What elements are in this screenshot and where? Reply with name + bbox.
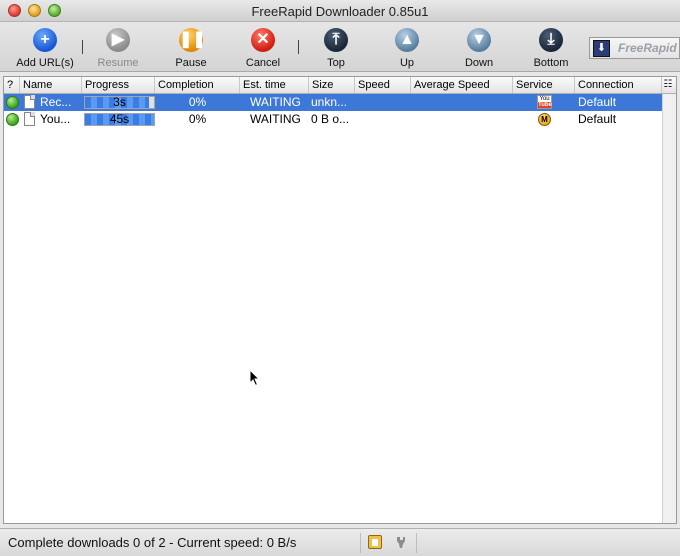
column-header-progress[interactable]: Progress xyxy=(82,77,155,93)
freerapid-logo: ⬇ FreeRapid xyxy=(589,37,680,59)
column-header-service[interactable]: Service xyxy=(513,77,575,93)
arrow-up-icon: ▲ xyxy=(395,28,419,52)
youtube-icon: You Tube xyxy=(537,95,552,109)
column-header-est-time[interactable]: Est. time xyxy=(240,77,309,93)
column-header-completion[interactable]: Completion xyxy=(155,77,240,93)
move-bottom-button[interactable]: ⤓ Bottom xyxy=(521,26,581,70)
mouse-pointer-icon xyxy=(249,369,261,387)
cell-average-speed xyxy=(413,94,513,111)
toolbar-separator xyxy=(82,40,83,54)
status-separator xyxy=(416,533,417,553)
cell-completion: 0% xyxy=(188,95,207,109)
cell-speed xyxy=(357,94,411,111)
download-logo-icon: ⬇ xyxy=(593,40,610,57)
column-header-status[interactable]: ? xyxy=(4,77,20,93)
plus-icon: + xyxy=(33,28,57,52)
pause-button[interactable]: ❚❚ Pause xyxy=(161,26,221,70)
resume-label: Resume xyxy=(97,57,139,69)
status-separator xyxy=(360,533,361,553)
cell-connection: Default xyxy=(578,112,617,126)
progress-bar: 3s xyxy=(84,95,155,109)
cell-est-time: WAITING xyxy=(250,112,301,126)
cell-connection: Default xyxy=(578,95,617,109)
column-header-average-speed[interactable]: Average Speed xyxy=(411,77,513,93)
cell-average-speed xyxy=(413,111,513,128)
status-ok-icon xyxy=(6,113,19,126)
cell-speed xyxy=(357,111,411,128)
table-row[interactable]: Rec... 3s 0% WAITING unkn... You Tube Def… xyxy=(4,94,662,111)
resume-button[interactable]: ▶ Resume xyxy=(88,26,148,70)
column-header-name[interactable]: Name xyxy=(20,77,82,93)
move-down-button[interactable]: ▼ Down xyxy=(449,26,509,70)
add-urls-button[interactable]: + Add URL(s) xyxy=(15,26,75,70)
column-options-icon[interactable]: ☷ xyxy=(662,79,674,91)
up-label: Up xyxy=(399,57,415,69)
play-icon: ▶ xyxy=(106,28,130,52)
column-header-connection[interactable]: Connection xyxy=(575,77,662,93)
megaupload-icon: M xyxy=(538,113,551,126)
bottom-label: Bottom xyxy=(533,57,569,69)
toolbar: + Add URL(s) ▶ Resume ❚❚ Pause ✕ Cancel … xyxy=(0,22,680,72)
cancel-x-icon: ✕ xyxy=(251,28,275,52)
progress-text: 45s xyxy=(109,112,130,126)
downloads-table[interactable]: ? Name Progress Completion Est. time Siz… xyxy=(3,76,677,524)
clipboard-monitor-icon[interactable] xyxy=(368,535,382,549)
toolbar-separator xyxy=(298,40,299,54)
cell-name: Rec... xyxy=(40,95,72,109)
file-icon xyxy=(24,112,35,126)
move-top-button[interactable]: ⤒ Top xyxy=(306,26,366,70)
brand-text: FreeRapid xyxy=(618,41,677,55)
status-ok-icon xyxy=(6,96,19,109)
cell-est-time: WAITING xyxy=(250,95,301,109)
table-header: ? Name Progress Completion Est. time Siz… xyxy=(4,77,676,94)
window-title: FreeRapid Downloader 0.85u1 xyxy=(251,4,429,19)
arrow-bottom-icon: ⤓ xyxy=(539,28,563,52)
down-label: Down xyxy=(464,57,494,69)
title-bar: FreeRapid Downloader 0.85u1 xyxy=(0,0,680,22)
pause-label: Pause xyxy=(175,57,207,69)
connection-plug-icon[interactable] xyxy=(394,535,408,549)
cell-size: 0 B o... xyxy=(311,112,350,126)
cancel-button[interactable]: ✕ Cancel xyxy=(233,26,293,70)
progress-bar: 45s xyxy=(84,112,155,126)
cell-size: unkn... xyxy=(311,95,348,109)
move-up-button[interactable]: ▲ Up xyxy=(377,26,437,70)
column-header-speed[interactable]: Speed xyxy=(355,77,411,93)
top-label: Top xyxy=(327,57,345,69)
table-row[interactable]: You... 45s 0% WAITING 0 B o... M Default xyxy=(4,111,662,128)
file-icon xyxy=(24,95,35,109)
status-text: Complete downloads 0 of 2 - Current spee… xyxy=(8,535,297,550)
add-urls-label: Add URL(s) xyxy=(16,57,74,69)
pause-icon: ❚❚ xyxy=(179,28,206,52)
vertical-scrollbar[interactable] xyxy=(662,94,676,523)
cell-completion: 0% xyxy=(188,112,207,126)
cell-name: You... xyxy=(40,112,71,126)
arrow-top-icon: ⤒ xyxy=(324,28,348,52)
status-bar: Complete downloads 0 of 2 - Current spee… xyxy=(0,528,680,556)
arrow-down-icon: ▼ xyxy=(467,28,491,52)
progress-text: 3s xyxy=(113,95,126,109)
cancel-label: Cancel xyxy=(245,57,281,69)
column-header-size[interactable]: Size xyxy=(309,77,355,93)
